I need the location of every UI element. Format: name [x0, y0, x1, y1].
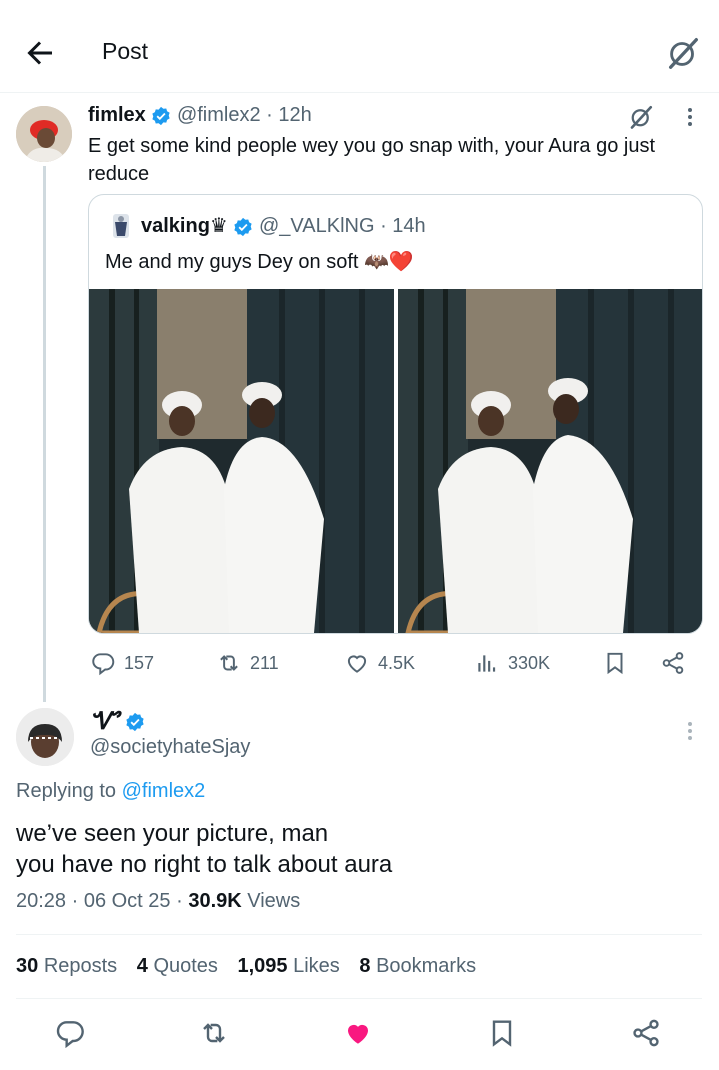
bookmark-icon — [607, 652, 623, 675]
post-text-line: we’ve seen your picture, man — [16, 820, 329, 847]
author-name[interactable]: Ꮙ — [90, 708, 119, 736]
verified-badge-icon — [151, 106, 171, 126]
engagement-stats: 30 Reposts 4 Quotes 1,095 Likes 8 Bookma… — [16, 955, 490, 978]
avatar[interactable] — [16, 106, 72, 162]
bookmark-icon[interactable] — [486, 1017, 518, 1049]
post-text: we’ve seen your picture, man you have no… — [16, 818, 392, 880]
thread-line — [43, 166, 46, 702]
quoted-author-name: valking — [141, 215, 210, 237]
views-count: 330K — [508, 652, 551, 673]
page-title: Post — [102, 38, 149, 64]
post-text-line: you have no right to talk about aura — [16, 851, 393, 878]
author-handle[interactable]: @fimlex2 — [177, 104, 261, 126]
reply-button[interactable]: 157 — [90, 648, 154, 678]
reply-icon[interactable] — [54, 1017, 86, 1049]
repost-button[interactable]: 211 — [216, 648, 279, 678]
quoted-post[interactable]: valking♛ @_VALKlNG · 14h Me and my guys … — [88, 194, 703, 634]
views-button[interactable]: 330K — [474, 648, 550, 678]
more-options-icon[interactable] — [680, 718, 700, 744]
avatar — [109, 212, 133, 240]
verified-badge-icon — [233, 217, 253, 237]
share-button[interactable] — [660, 648, 686, 678]
replying-to-link[interactable]: @fimlex2 — [122, 780, 206, 802]
share-icon[interactable] — [630, 1017, 662, 1049]
divider — [16, 998, 702, 999]
post-image[interactable] — [89, 289, 394, 633]
reposts-stat[interactable]: 30 Reposts — [16, 955, 117, 977]
like-button[interactable]: 4.5K — [344, 648, 415, 678]
back-arrow-icon[interactable] — [22, 35, 58, 71]
grok-icon[interactable] — [626, 102, 660, 132]
share-icon — [662, 652, 684, 674]
author-name[interactable]: fimlex — [88, 104, 146, 126]
quoted-post-text: Me and my guys Dey on soft 🦇❤️ — [105, 251, 414, 273]
repost-icon — [220, 655, 238, 671]
post-author-row: Ꮙ — [90, 708, 145, 736]
quotes-stat[interactable]: 4 Quotes — [137, 955, 218, 977]
views-count: 30.9K — [188, 890, 242, 912]
post-time: · 12h — [266, 104, 312, 126]
quoted-post-time: · 14h — [380, 215, 426, 237]
quoted-author-row: valking♛ @_VALKlNG · 14h — [141, 213, 426, 238]
post-meta: 20:28 · 06 Oct 25 · 30.9K Views — [16, 890, 300, 913]
repost-icon[interactable] — [198, 1017, 230, 1049]
avatar[interactable] — [16, 708, 74, 766]
post-image[interactable] — [398, 289, 702, 633]
heart-icon — [347, 655, 367, 673]
quoted-author-handle: @_VALKlNG — [258, 215, 375, 237]
bookmarks-stat[interactable]: 8 Bookmarks — [359, 955, 476, 977]
post-author-row: fimlex @fimlex2 · 12h — [88, 104, 312, 127]
divider — [16, 934, 702, 935]
repost-count: 211 — [250, 652, 279, 673]
likes-stat[interactable]: 1,095 Likes — [237, 955, 339, 977]
author-handle[interactable]: @societyhateSjay — [90, 736, 250, 759]
replying-to-label: Replying to — [16, 780, 117, 802]
analytics-icon — [478, 655, 496, 672]
crown-icon: ♛ — [209, 215, 228, 237]
more-options-icon[interactable] — [680, 104, 700, 130]
verified-badge-icon — [125, 712, 145, 732]
views-label: Views — [241, 890, 301, 912]
like-count: 4.5K — [378, 652, 416, 673]
reply-count: 157 — [124, 652, 155, 673]
grok-icon[interactable] — [664, 34, 702, 72]
post-timestamp: 20:28 · 06 Oct 25 · — [16, 890, 189, 912]
reply-icon — [92, 653, 115, 676]
heart-icon[interactable] — [342, 1017, 374, 1049]
post-text: E get some kind people wey you go snap w… — [88, 135, 656, 185]
replying-to: Replying to @fimlex2 — [16, 780, 205, 803]
bookmark-button[interactable] — [602, 648, 628, 678]
